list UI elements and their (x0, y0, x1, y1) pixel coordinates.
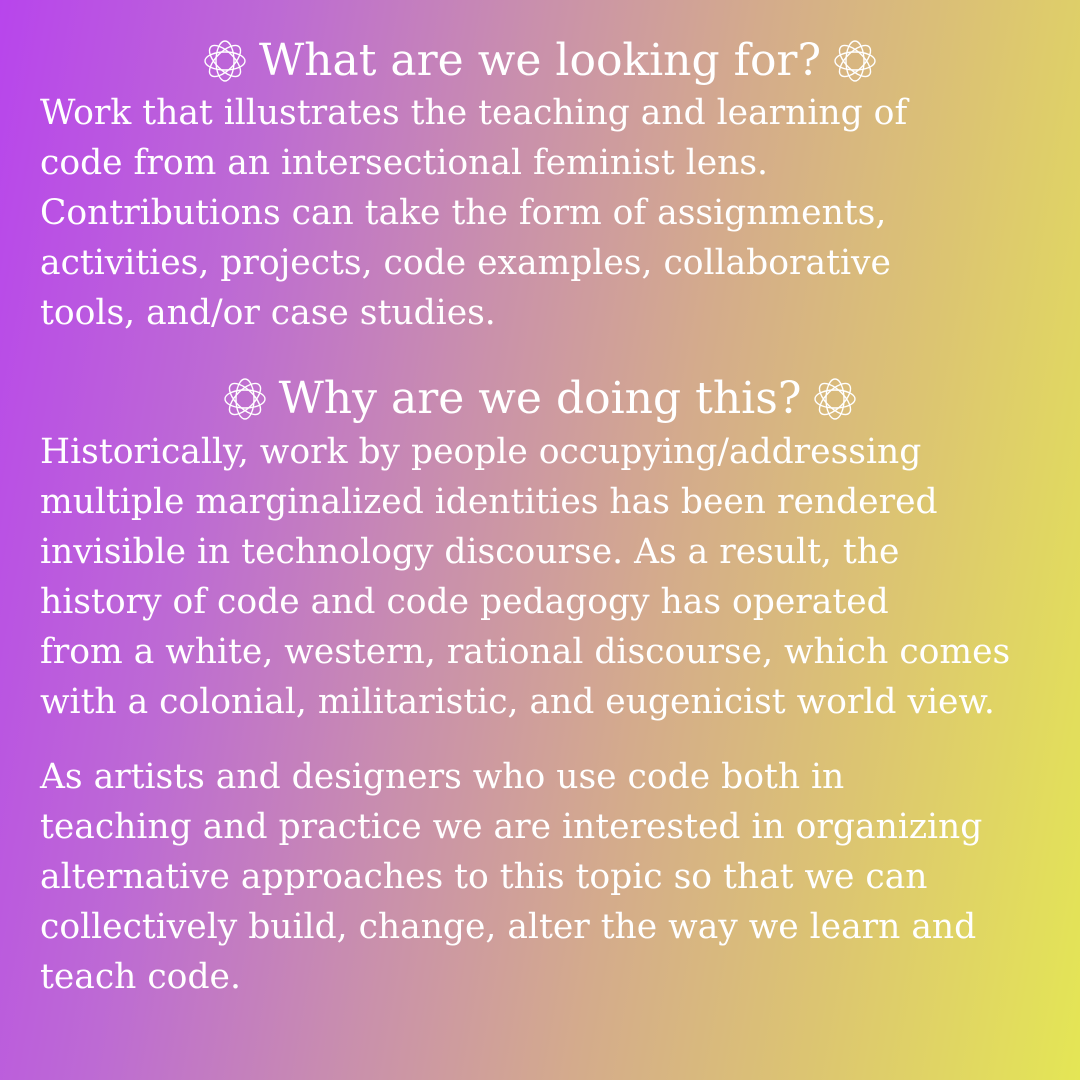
flower-outline-icon (221, 375, 269, 423)
flower-outline-icon (831, 37, 879, 85)
section1-paragraph: Work that illustrates the teaching and l… (40, 88, 1080, 338)
text-line: activities, projects, code examples, col… (40, 243, 891, 283)
section2-heading: Why are we doing this? (0, 374, 1080, 424)
text-line: alternative approaches to this topic so … (40, 857, 928, 897)
text-line: Contributions can take the form of assig… (40, 193, 887, 233)
text-line: history of code and code pedagogy has op… (40, 582, 889, 622)
section2-paragraph-1: Historically, work by people occupying/a… (40, 427, 1080, 727)
text-line: teach code. (40, 957, 241, 997)
text-line: Historically, work by people occupying/a… (40, 432, 922, 472)
text-line: with a colonial, militaristic, and eugen… (40, 682, 995, 722)
section2-paragraph-2: As artists and designers who use code bo… (40, 752, 1080, 1002)
text-line: multiple marginalized identities has bee… (40, 482, 938, 522)
section2-heading-text: Why are we doing this? (278, 373, 802, 424)
text-line: invisible in technology discourse. As a … (40, 532, 900, 572)
flower-outline-icon (201, 37, 249, 85)
flower-outline-icon (811, 375, 859, 423)
text-line: As artists and designers who use code bo… (40, 757, 845, 797)
text-line: code from an intersectional feminist len… (40, 143, 769, 183)
text-line: tools, and/or case studies. (40, 293, 496, 333)
page: What are we looking for? Work that illus… (0, 0, 1080, 1080)
text-line: collectively build, change, alter the wa… (40, 907, 977, 947)
section1-heading-text: What are we looking for? (258, 35, 822, 86)
section1-heading: What are we looking for? (0, 36, 1080, 86)
text-line: from a white, western, rational discours… (40, 632, 1011, 672)
text-line: teaching and practice we are interested … (40, 807, 983, 847)
text-line: Work that illustrates the teaching and l… (40, 93, 908, 133)
